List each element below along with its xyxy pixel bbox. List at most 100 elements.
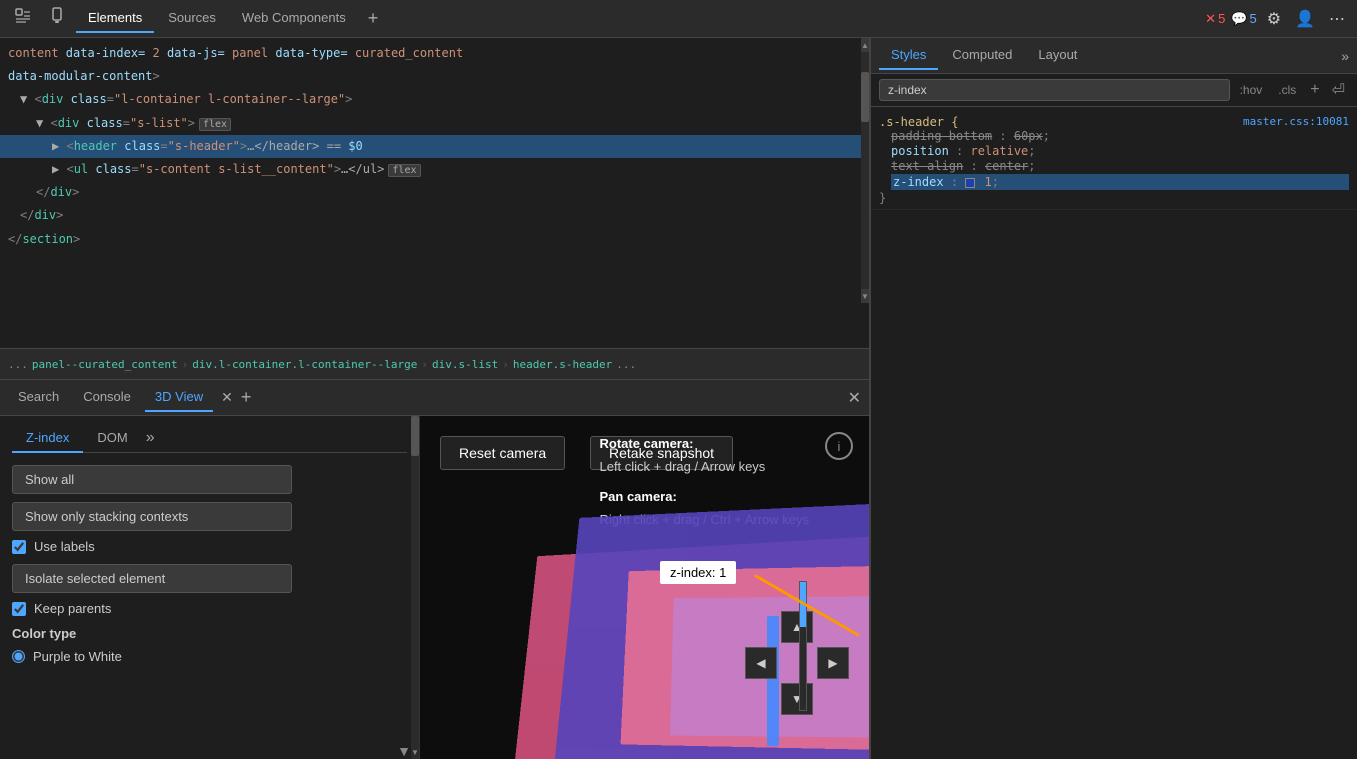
prop-position: position [891, 144, 949, 158]
scroll-down-arrow[interactable]: ▼ [861, 289, 869, 303]
elements-tree[interactable]: content data-index= 2 data-js= panel dat… [0, 38, 869, 303]
sidebar-scroll-down[interactable]: ▼ [411, 745, 419, 759]
zindex-tab-dom[interactable]: DOM [83, 424, 141, 453]
tab-3d-view[interactable]: 3D View [145, 383, 213, 412]
styles-more-button[interactable]: » [1341, 48, 1349, 64]
scroll-track [861, 52, 869, 289]
sidebar-scrollbar[interactable]: ▲ ▼ [411, 416, 419, 759]
keep-parents-checkbox[interactable] [12, 602, 26, 616]
canvas-3d[interactable]: Reset camera Retake snapshot Rotate came… [420, 416, 869, 759]
bottom-content: Z-index DOM » Show all Show only stackin… [0, 416, 869, 759]
use-labels-row: Use labels [12, 539, 407, 554]
prop-text-align: text-align [891, 159, 963, 173]
nav-up-row: ▲ [745, 611, 849, 643]
styles-filter-input[interactable] [879, 79, 1230, 101]
breadcrumb-item-1[interactable]: div.l-container.l-container--large [192, 358, 417, 371]
prop-z-index: z-index [893, 175, 944, 189]
nav-right-button[interactable]: ▶ [817, 647, 849, 679]
breadcrumb: ... panel--curated_content › div.l-conta… [0, 348, 869, 380]
color-swatch[interactable] [965, 178, 975, 188]
inspect-button[interactable] [8, 3, 38, 34]
scroll-up-arrow[interactable]: ▲ [861, 38, 869, 52]
tree-line: </section> [0, 228, 869, 251]
dropdown-arrow[interactable]: ▼ [397, 743, 411, 759]
more-zindex-tabs-button[interactable]: » [142, 424, 159, 452]
keep-parents-label: Keep parents [34, 601, 111, 616]
tree-line-selected[interactable]: ▶ <header class="s-header">…</header> ==… [0, 135, 869, 158]
rule-origin[interactable]: master.css:10081 [1243, 115, 1349, 128]
rule-line-padding: padding-bottom : 60px; [891, 129, 1349, 143]
tab-layout[interactable]: Layout [1026, 41, 1089, 70]
breadcrumb-more[interactable]: ... [616, 358, 636, 371]
styles-filter-bar: :hov .cls + ⏎ [871, 74, 1357, 107]
main-tab-nav: Elements Sources Web Components [76, 4, 358, 33]
rule-close-brace: } [879, 191, 1349, 205]
info-button[interactable]: i [825, 432, 853, 460]
isolate-selected-button[interactable]: Isolate selected element [12, 564, 292, 593]
tab-search[interactable]: Search [8, 383, 69, 412]
show-stacking-button[interactable]: Show only stacking contexts [12, 502, 292, 531]
tab-computed[interactable]: Computed [940, 41, 1024, 70]
close-3d-tab-button[interactable]: ✕ [217, 389, 237, 406]
color-type-row: Purple to White [12, 649, 407, 664]
pan-camera-label: Pan camera: [599, 485, 809, 508]
warn-count: 5 [1250, 11, 1257, 26]
bottom-tabs: Search Console 3D View ✕ + ✕ [0, 380, 869, 416]
nav-arrows: ▲ ◀ ▶ ▼ [745, 611, 849, 719]
attr-line-1: content [8, 46, 66, 60]
reset-camera-button[interactable]: Reset camera [440, 436, 565, 470]
nav-up-button[interactable]: ▲ [781, 611, 813, 643]
add-style-button[interactable]: + [1306, 79, 1323, 101]
add-tab-button[interactable]: + [362, 8, 385, 29]
rule-selector: .s-header { [879, 115, 958, 129]
nav-left-button[interactable]: ◀ [745, 647, 777, 679]
rule-line-textalign: text-align : center; [891, 159, 1349, 173]
prop-padding-bottom: padding-bottom [891, 129, 992, 143]
color-type-radio[interactable] [12, 650, 25, 663]
rule-line-position: position : relative; [891, 144, 1349, 158]
tree-line: </div> [0, 204, 869, 227]
tab-styles[interactable]: Styles [879, 41, 938, 70]
rule-body: padding-bottom : 60px; position : relati… [879, 129, 1349, 190]
back-style-button[interactable]: ⏎ [1328, 78, 1349, 102]
breadcrumb-item-3[interactable]: header.s-header [513, 358, 612, 371]
elements-top: content data-index= 2 data-js= panel dat… [0, 38, 869, 348]
top-toolbar: Elements Sources Web Components + ✕ 5 💬 … [0, 0, 1357, 38]
scroll-thumb[interactable] [861, 72, 869, 122]
val-position: relative [970, 144, 1028, 158]
use-labels-checkbox[interactable] [12, 540, 26, 554]
breadcrumb-item-0[interactable]: panel--curated_content [32, 358, 178, 371]
cls-filter-button[interactable]: .cls [1272, 80, 1302, 100]
val-text-align: center [985, 159, 1028, 173]
elements-scrollbar[interactable]: ▲ ▼ [861, 38, 869, 303]
tab-sources[interactable]: Sources [156, 4, 228, 33]
settings-button[interactable]: ⚙ [1263, 5, 1285, 33]
device-button[interactable] [42, 3, 72, 34]
styles-content[interactable]: .s-header { master.css:10081 padding-bot… [871, 107, 1357, 759]
val-z-index: 1 [985, 175, 992, 189]
breadcrumb-item-2[interactable]: div.s-list [432, 358, 498, 371]
sidebar-scroll-thumb[interactable] [411, 416, 419, 456]
tree-line: ▼ <div class="l-container l-container--l… [0, 88, 869, 111]
tab-console[interactable]: Console [73, 383, 141, 412]
pseudo-filter-button[interactable]: :hov [1234, 80, 1269, 100]
close-panel-button[interactable]: ✕ [848, 388, 861, 408]
tab-elements[interactable]: Elements [76, 4, 154, 33]
keep-parents-row: Keep parents [12, 601, 407, 616]
warn-badge[interactable]: 💬 5 [1231, 11, 1256, 27]
rule-line-zindex: z-index : 1; [891, 174, 1349, 190]
tree-line: ▶ <ul class="s-content s-list__content">… [0, 158, 869, 181]
error-badge[interactable]: ✕ 5 [1205, 11, 1225, 27]
add-bottom-tab-button[interactable]: + [241, 387, 252, 408]
show-all-button[interactable]: Show all [12, 465, 292, 494]
more-button[interactable]: ⋯ [1325, 5, 1349, 33]
nav-down-button[interactable]: ▼ [781, 683, 813, 715]
main-area: content data-index= 2 data-js= panel dat… [0, 38, 1357, 759]
rotate-camera-label: Rotate camera: [599, 432, 809, 455]
nav-mid-row: ◀ ▶ [745, 647, 849, 679]
profile-button[interactable]: 👤 [1291, 5, 1319, 33]
zindex-tab-zindex[interactable]: Z-index [12, 424, 83, 453]
tab-web-components[interactable]: Web Components [230, 4, 358, 33]
zindex-tooltip: z-index: 1 [660, 561, 736, 584]
nav-down-row: ▼ [745, 683, 849, 715]
